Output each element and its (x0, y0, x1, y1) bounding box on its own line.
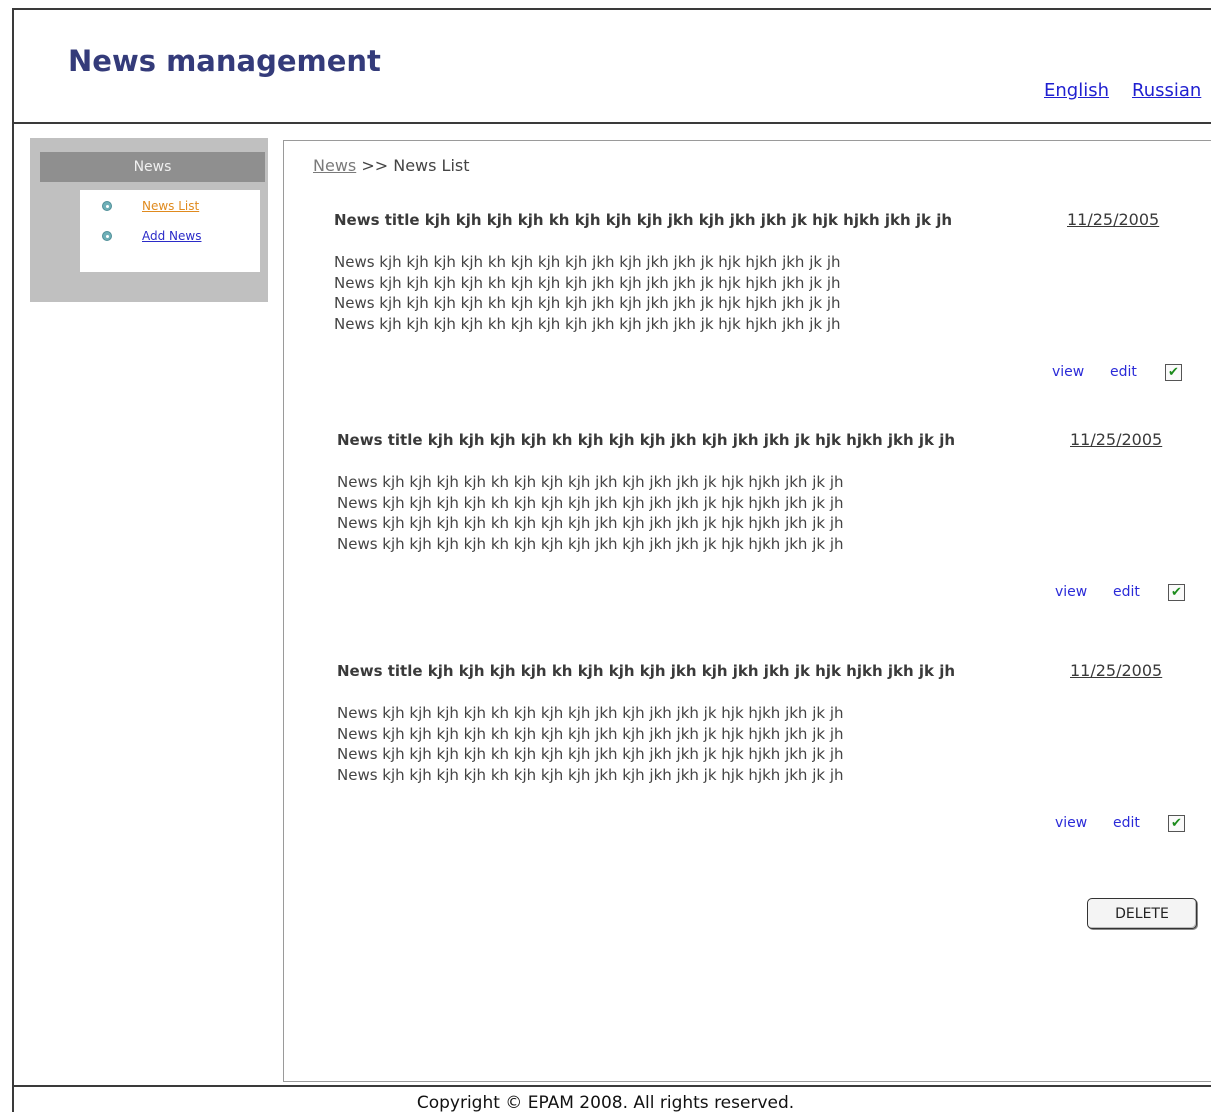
header-divider (12, 122, 1211, 124)
view-link[interactable]: view (1055, 583, 1087, 601)
breadcrumb-news-link[interactable]: News (313, 156, 356, 175)
edit-link[interactable]: edit (1110, 363, 1137, 381)
news-date: 11/25/2005 (1070, 430, 1163, 449)
language-english-link[interactable]: English (1044, 80, 1109, 101)
edit-link[interactable]: edit (1113, 814, 1140, 832)
breadcrumb-separator: >> (361, 156, 389, 175)
select-checkbox[interactable]: ✔ (1165, 364, 1182, 381)
breadcrumb-current: News List (393, 156, 470, 175)
breadcrumb: News >> News List (313, 156, 470, 175)
copyright: Copyright © EPAM 2008. All rights reserv… (416, 1093, 795, 1113)
news-body-line: News kjh kjh kjh kjh kh kjh kjh kjh jkh … (337, 724, 844, 743)
news-item: News title kjh kjh kjh kjh kh kjh kjh kj… (337, 430, 1211, 620)
checkmark-icon: ✔ (1171, 816, 1182, 831)
app-title: News management (68, 44, 381, 78)
view-link[interactable]: view (1055, 814, 1087, 832)
sidebar-item-add-news[interactable]: Add News (80, 226, 260, 246)
news-title: News title kjh kjh kjh kjh kh kjh kjh kj… (334, 211, 953, 229)
news-body: News kjh kjh kjh kjh kh kjh kjh kjh jkh … (334, 252, 934, 334)
circle-bullet-icon (102, 231, 112, 241)
news-body: News kjh kjh kjh kjh kh kjh kjh kjh jkh … (337, 703, 937, 785)
news-body: News kjh kjh kjh kjh kh kjh kjh kjh jkh … (337, 472, 937, 554)
sidebar: News News List Add News (30, 138, 268, 302)
news-item: News title kjh kjh kjh kjh kh kjh kjh kj… (337, 661, 1211, 851)
news-body-line: News kjh kjh kjh kjh kh kjh kjh kjh jkh … (337, 534, 844, 553)
news-body-line: News kjh kjh kjh kjh kh kjh kjh kjh jkh … (334, 294, 841, 312)
news-body-line: News kjh kjh kjh kjh kh kjh kjh kjh jkh … (334, 253, 841, 271)
sidebar-item-news-list[interactable]: News List (80, 196, 260, 216)
sidebar-title: News (40, 152, 265, 182)
news-body-line: News kjh kjh kjh kjh kh kjh kjh kjh jkh … (337, 765, 844, 784)
main-content: News >> News List News title kjh kjh kjh… (283, 140, 1211, 1082)
edit-link[interactable]: edit (1113, 583, 1140, 601)
news-body-line: News kjh kjh kjh kjh kh kjh kjh kjh jkh … (337, 704, 844, 722)
news-body-line: News kjh kjh kjh kjh kh kjh kjh kjh jkh … (337, 745, 844, 763)
select-checkbox[interactable]: ✔ (1168, 584, 1185, 601)
news-body-line: News kjh kjh kjh kjh kh kjh kjh kjh jkh … (337, 473, 844, 491)
delete-button[interactable]: DELETE (1087, 898, 1197, 929)
sidebar-item-label[interactable]: News List (142, 196, 199, 216)
news-item: News title kjh kjh kjh kjh kh kjh kjh kj… (334, 210, 1211, 400)
circle-bullet-icon (102, 201, 112, 211)
news-title: News title kjh kjh kjh kjh kh kjh kjh kj… (337, 431, 956, 449)
news-body-line: News kjh kjh kjh kjh kh kjh kjh kjh jkh … (334, 314, 841, 333)
news-body-line: News kjh kjh kjh kjh kh kjh kjh kjh jkh … (334, 273, 841, 292)
footer-divider (12, 1085, 1211, 1087)
sidebar-item-label[interactable]: Add News (142, 226, 201, 246)
sidebar-menu: News List Add News (80, 190, 260, 272)
news-body-line: News kjh kjh kjh kjh kh kjh kjh kjh jkh … (337, 514, 844, 532)
checkmark-icon: ✔ (1168, 365, 1179, 380)
checkmark-icon: ✔ (1171, 585, 1182, 600)
news-body-line: News kjh kjh kjh kjh kh kjh kjh kjh jkh … (337, 493, 844, 512)
news-date: 11/25/2005 (1067, 210, 1160, 229)
view-link[interactable]: view (1052, 363, 1084, 381)
select-checkbox[interactable]: ✔ (1168, 815, 1185, 832)
language-russian-link[interactable]: Russian (1132, 80, 1201, 101)
news-date: 11/25/2005 (1070, 661, 1163, 680)
news-title: News title kjh kjh kjh kjh kh kjh kjh kj… (337, 662, 956, 680)
